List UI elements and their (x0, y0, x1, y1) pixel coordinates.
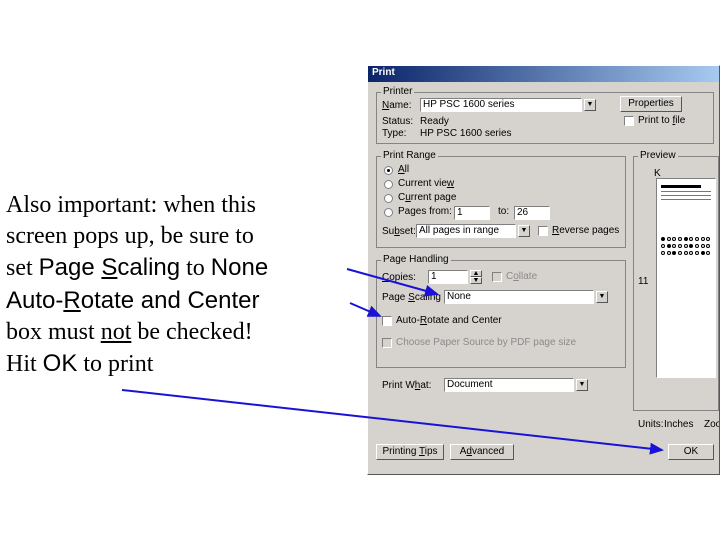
page-scaling-label: Page Scaling (382, 292, 441, 303)
preview-page (656, 178, 716, 378)
dialog-titlebar: Print (368, 66, 719, 82)
instruction-line-6: Hit OK to print (6, 348, 361, 380)
printing-tips-button[interactable]: Printing Tips (376, 444, 444, 460)
pages-from-input[interactable]: 1 (454, 206, 490, 220)
printer-type-value: HP PSC 1600 series (420, 128, 512, 139)
printer-type-label: Type: (382, 128, 406, 139)
range-all-label: All (398, 164, 409, 175)
printer-status-label: Status: (382, 116, 413, 127)
range-currentpage-radio[interactable] (384, 194, 393, 203)
printer-name-combo-btn[interactable]: ▼ (584, 99, 596, 111)
instruction-line-2: screen pops up, be sure to (6, 221, 361, 252)
subset-combo-btn[interactable]: ▼ (518, 225, 530, 237)
units-label: Units: (638, 419, 664, 430)
printer-status-value: Ready (420, 116, 449, 127)
auto-rotate-checkbox[interactable] (382, 316, 392, 326)
auto-rotate-label: Auto-Rotate and Center (396, 315, 502, 326)
preview-group-title: Preview (638, 150, 678, 161)
instruction-line-4: Auto-Rotate and Center (6, 285, 361, 317)
preview-height-label: 11 (638, 276, 648, 287)
range-currentview-radio[interactable] (384, 180, 393, 189)
properties-button[interactable]: Properties (620, 96, 682, 112)
instruction-line-3: set Page Scaling to None (6, 252, 361, 284)
pages-to-input[interactable]: 26 (514, 206, 550, 220)
copies-label: Copies: (382, 272, 416, 283)
range-pages-radio[interactable] (384, 208, 393, 217)
print-to-file-checkbox[interactable] (624, 116, 634, 126)
reverse-pages-label: Reverse pages (552, 225, 619, 236)
page-handling-group-title: Page Handling (381, 254, 451, 265)
instruction-text: Also important: when this screen pops up… (6, 190, 361, 380)
range-to-label: to: (498, 206, 509, 217)
range-currentpage-label: Current page (398, 192, 456, 203)
choose-paper-checkbox (382, 338, 392, 348)
copies-up[interactable]: ▲ (470, 270, 482, 277)
printer-name-label: Name: (382, 100, 411, 111)
collate-label: Collate (506, 271, 537, 282)
ok-button[interactable]: OK (668, 444, 714, 460)
print-what-combo[interactable]: Document (444, 378, 574, 392)
range-all-radio[interactable] (384, 166, 393, 175)
units-value: Inches (664, 419, 693, 430)
print-to-file-label: Print to file (638, 115, 685, 126)
range-currentview-label: Current view (398, 178, 454, 189)
instruction-line-1: Also important: when this (6, 190, 361, 221)
subset-combo[interactable]: All pages in range (416, 224, 516, 238)
page-scaling-combo[interactable]: None (444, 290, 594, 304)
reverse-pages-checkbox[interactable] (538, 226, 548, 236)
printer-group-title: Printer (381, 86, 414, 97)
page-scaling-combo-btn[interactable]: ▼ (596, 291, 608, 303)
copies-input[interactable]: 1 (428, 270, 468, 284)
choose-paper-label: Choose Paper Source by PDF page size (396, 337, 576, 348)
instruction-line-5: box must not be checked! (6, 317, 361, 348)
collate-checkbox (492, 272, 502, 282)
print-what-label: Print What: (382, 380, 431, 391)
printer-name-combo[interactable]: HP PSC 1600 series (420, 98, 582, 112)
zoom-label: Zoo (704, 419, 720, 430)
print-range-group-title: Print Range (381, 150, 438, 161)
print-dialog: Print Printer Name: HP PSC 1600 series ▼… (367, 65, 720, 475)
print-what-combo-btn[interactable]: ▼ (576, 379, 588, 391)
advanced-button[interactable]: Advanced (450, 444, 514, 460)
range-pages-label: Pages from: (398, 206, 452, 217)
copies-down[interactable]: ▼ (470, 277, 482, 284)
subset-label: Subset: (382, 226, 416, 237)
